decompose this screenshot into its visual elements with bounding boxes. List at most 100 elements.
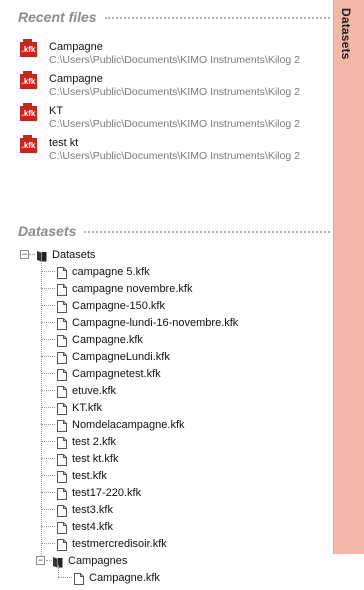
tree-folder-node[interactable]: Campagnes [52, 552, 127, 569]
file-label: test 2.kfk [72, 435, 117, 448]
recent-file-name: KT [49, 105, 64, 117]
recent-file-item[interactable]: .kfk test kt C:\Users\Public\Documents\KIM… [20, 135, 332, 166]
folder-label: Datasets [52, 248, 96, 261]
tree-connector-line [41, 356, 55, 357]
file-icon [57, 470, 67, 483]
tree-file-node[interactable]: test17-220.kfk [57, 484, 141, 501]
tree-connector-line [41, 339, 55, 340]
tree-file-node[interactable]: CampagneLundi.kfk [57, 348, 170, 365]
file-icon [57, 334, 67, 347]
tree-connector-line [41, 390, 55, 391]
file-icon [57, 521, 67, 534]
file-icon [57, 402, 67, 415]
tree-folder-node[interactable]: Datasets [36, 246, 95, 263]
tree-connector-line [41, 441, 55, 442]
tree-file-node[interactable]: KT.kfk [57, 399, 102, 416]
kfk-file-icon: .kfk [20, 103, 37, 121]
file-label: Nomdelacampagne.kfk [72, 418, 185, 431]
recent-file-item[interactable]: .kfk KT C:\Users\Public\Documents\KIMO Ins… [20, 103, 332, 134]
file-label: Campagnetest.kfk [72, 367, 161, 380]
file-label: Campagne-lundi-16-novembre.kfk [72, 316, 239, 329]
file-label: testmercredisoir.kfk [72, 537, 167, 550]
tree-file-node[interactable]: campagne novembre.kfk [57, 280, 192, 297]
kfk-file-icon: .kfk [20, 71, 37, 89]
tree-connector-line [58, 565, 59, 577]
tree-file-node[interactable]: test 2.kfk [57, 433, 116, 450]
file-label: test kt.kfk [72, 452, 119, 465]
datasets-title: Datasets [18, 223, 77, 239]
recent-file-item[interactable]: .kfk Campagne C:\Users\Public\Documents\KI… [20, 71, 332, 102]
file-label: Campagne-150.kfk [72, 299, 165, 312]
recent-files-title: Recent files [18, 9, 97, 25]
file-icon [57, 419, 67, 432]
file-label: campagne 5.kfk [72, 265, 150, 278]
tree-connector-line [41, 543, 55, 544]
tree-connector-line [41, 458, 55, 459]
tree-file-node[interactable]: Campagne.kfk [57, 331, 143, 348]
kfk-file-icon: .kfk [20, 39, 37, 57]
file-label: Campagne.kfk [72, 333, 143, 346]
folder-icon [36, 249, 47, 261]
tree-file-node[interactable]: testmercredisoir.kfk [57, 535, 167, 552]
tree-connector-line [41, 407, 55, 408]
recent-file-name: Campagne [49, 41, 103, 53]
recent-file-path: C:\Users\Public\Documents\KIMO Instrumen… [49, 150, 300, 162]
section-divider [104, 17, 330, 19]
file-label: test4.kfk [72, 520, 113, 533]
file-label: test.kfk [72, 469, 107, 482]
tree-file-node[interactable]: test3.kfk [57, 501, 113, 518]
recent-files-header: Recent files [18, 8, 330, 26]
tree-connector-line [41, 509, 55, 510]
datasets-header: Datasets [18, 222, 330, 240]
section-divider [84, 231, 330, 233]
tree-file-node[interactable]: Campagnetest.kfk [57, 365, 161, 382]
file-icon [74, 572, 84, 585]
tree-connector-line [41, 322, 55, 323]
collapse-toggle[interactable]: − [20, 250, 29, 259]
tree-connector-line [29, 254, 35, 255]
tree-file-node[interactable]: Campagne.kfk [74, 569, 160, 586]
collapse-toggle[interactable]: − [36, 556, 45, 565]
file-label: campagne novembre.kfk [72, 282, 193, 295]
datasets-side-tab[interactable]: Datasets [333, 0, 364, 554]
tree-connector-line [58, 577, 72, 578]
file-icon [57, 283, 67, 296]
file-icon [57, 385, 67, 398]
file-icon [57, 436, 67, 449]
tree-connector-line [41, 260, 42, 556]
tree-file-node[interactable]: campagne 5.kfk [57, 263, 150, 280]
file-icon [57, 504, 67, 517]
file-label: CampagneLundi.kfk [72, 350, 170, 363]
recent-file-name: test kt [49, 137, 79, 149]
tree-connector-line [41, 271, 55, 272]
tree-connector-line [41, 305, 55, 306]
kfk-file-icon: .kfk [20, 135, 37, 153]
tree-file-node[interactable]: test4.kfk [57, 518, 113, 535]
recent-file-name: Campagne [49, 73, 103, 85]
file-icon [57, 266, 67, 279]
tree-file-node[interactable]: etuve.kfk [57, 382, 116, 399]
file-icon [57, 538, 67, 551]
file-label: KT.kfk [72, 401, 102, 414]
tree-connector-line [41, 288, 55, 289]
tree-connector-line [41, 492, 55, 493]
tree-file-node[interactable]: Campagne-lundi-16-novembre.kfk [57, 314, 238, 331]
file-icon [57, 487, 67, 500]
recent-file-path: C:\Users\Public\Documents\KIMO Instrumen… [49, 86, 300, 98]
tree-file-node[interactable]: test.kfk [57, 467, 107, 484]
tree-connector-line [41, 475, 55, 476]
file-icon [57, 453, 67, 466]
file-icon [57, 317, 67, 330]
file-label: test17-220.kfk [72, 486, 142, 499]
tree-file-node[interactable]: test kt.kfk [57, 450, 118, 467]
tree-file-node[interactable]: Campagne-150.kfk [57, 297, 165, 314]
recent-file-item[interactable]: .kfk Campagne C:\Users\Public\Documents\KI… [20, 39, 332, 70]
file-icon [57, 300, 67, 313]
recent-file-path: C:\Users\Public\Documents\KIMO Instrumen… [49, 118, 300, 130]
recent-file-path: C:\Users\Public\Documents\KIMO Instrumen… [49, 54, 300, 66]
folder-label: Campagnes [68, 554, 128, 567]
tree-file-node[interactable]: Nomdelacampagne.kfk [57, 416, 185, 433]
tree-connector-line [41, 373, 55, 374]
file-label: etuve.kfk [72, 384, 117, 397]
file-label: Campagne.kfk [89, 571, 160, 584]
